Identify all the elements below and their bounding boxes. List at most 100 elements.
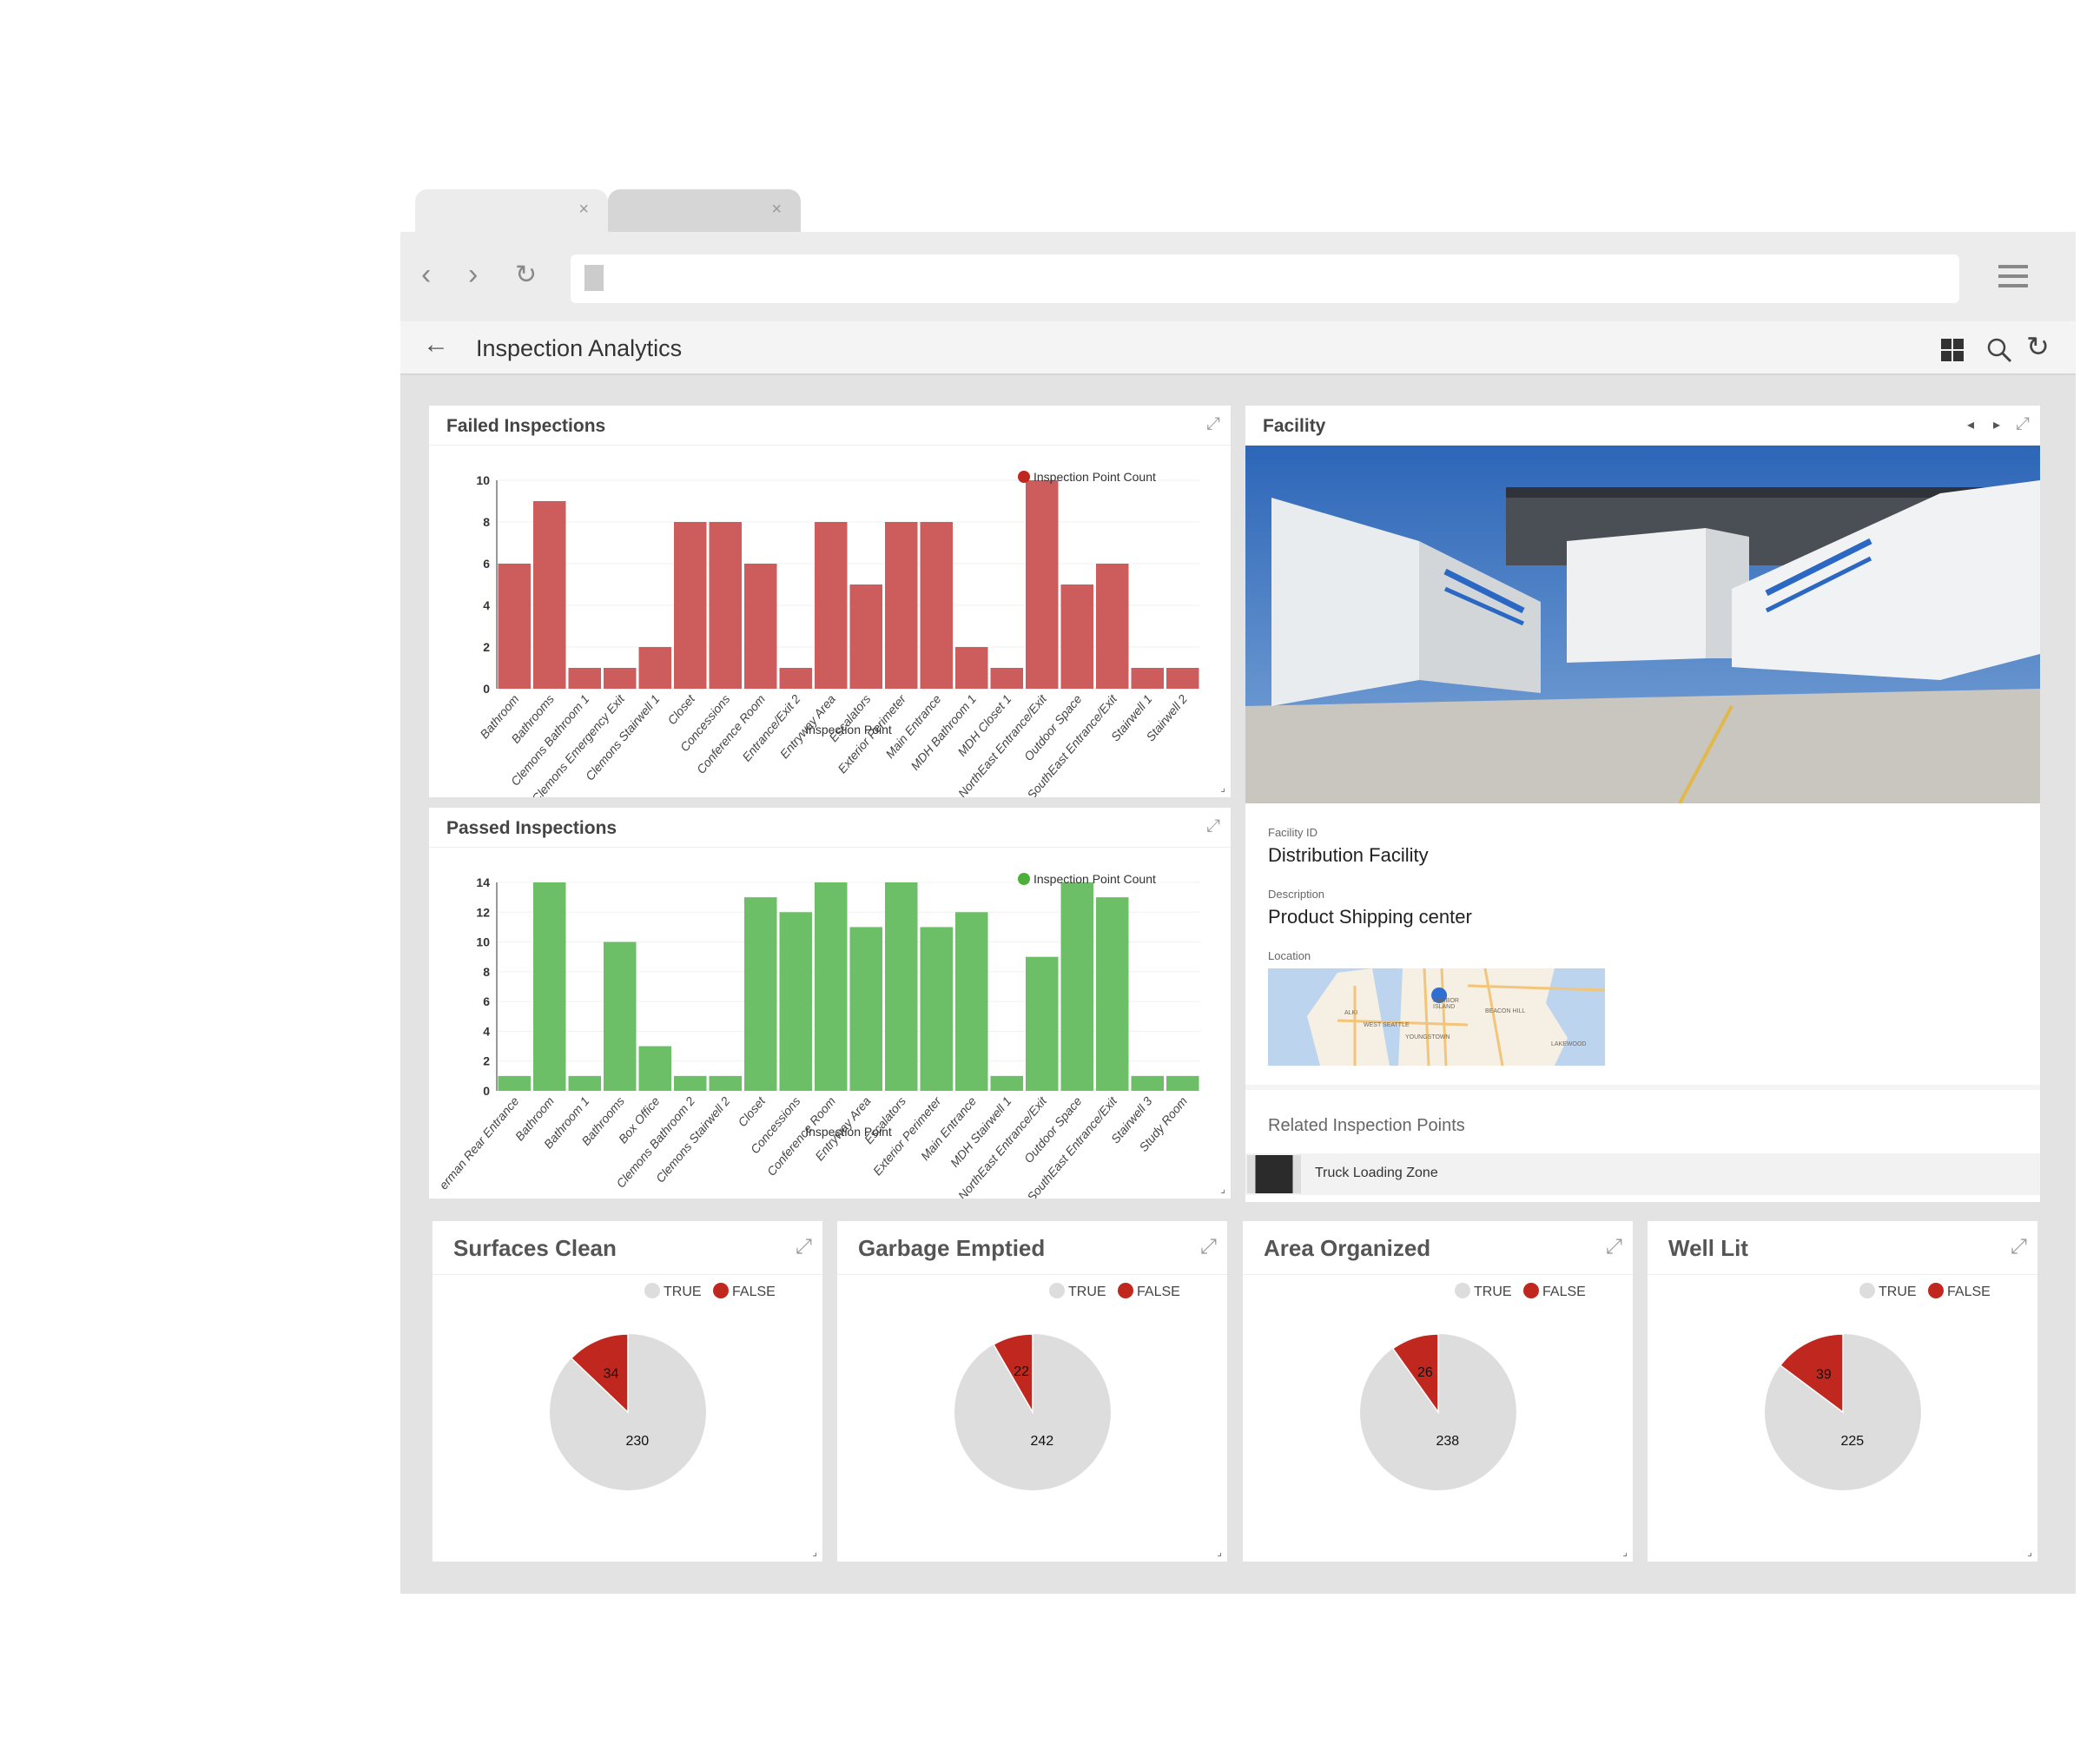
bar[interactable] [638, 647, 672, 689]
bar[interactable] [849, 585, 883, 689]
address-bar[interactable] [571, 254, 1959, 303]
facility-panel: Facility ◂ ▸ ⤢ Facility ID Distribution … [1245, 406, 2040, 1202]
passed-bar-chart: 02468101214erman Rear EntranceBathroomBa… [436, 872, 1200, 1199]
browser-tab-1[interactable]: × [415, 189, 608, 233]
map-label: BEACON HILL [1485, 1008, 1526, 1014]
bar[interactable] [533, 501, 566, 689]
browser-back-icon[interactable]: ‹ [421, 258, 431, 292]
x-tick-label: MDH Stairwell 1 [948, 1094, 1014, 1170]
legend-label-false[interactable]: FALSE [1137, 1285, 1180, 1299]
y-tick-label: 2 [483, 1054, 490, 1068]
legend-label[interactable]: Inspection Point Count [1033, 470, 1156, 484]
bar[interactable] [885, 522, 918, 689]
bar[interactable] [1166, 1075, 1199, 1091]
legend-label[interactable]: Inspection Point Count [1033, 872, 1156, 886]
y-tick-label: 2 [483, 640, 490, 654]
bar[interactable] [1060, 882, 1094, 1091]
grid-icon[interactable] [1941, 339, 1964, 361]
bar[interactable] [1096, 564, 1129, 689]
bar[interactable] [1026, 956, 1059, 1091]
bar[interactable] [1131, 1075, 1165, 1091]
legend-swatch-true [644, 1283, 660, 1298]
bar[interactable] [849, 927, 883, 1091]
bar[interactable] [779, 668, 813, 689]
bar[interactable] [498, 564, 532, 689]
bar[interactable] [1026, 480, 1059, 689]
bar[interactable] [604, 668, 637, 689]
bar[interactable] [885, 882, 918, 1091]
bar[interactable] [638, 1046, 672, 1091]
search-icon[interactable] [1986, 337, 2012, 363]
browser-forward-icon[interactable]: › [468, 258, 478, 292]
bar[interactable] [604, 941, 637, 1091]
expand-icon[interactable]: ⤢ [2016, 414, 2030, 434]
bar[interactable] [955, 647, 988, 689]
bar[interactable] [533, 882, 566, 1091]
y-tick-label: 0 [483, 1084, 490, 1098]
legend-label-true[interactable]: TRUE [1474, 1285, 1512, 1299]
bar[interactable] [990, 668, 1024, 689]
failed-bar-chart: 0246810BathroomBathroomsClemons Bathroom… [476, 470, 1200, 797]
resize-handle-icon[interactable]: ⌟ [1220, 1183, 1225, 1195]
related-item[interactable]: Truck Loading Zone [1245, 1153, 2040, 1195]
legend-label-true[interactable]: TRUE [1879, 1285, 1917, 1299]
bar[interactable] [779, 912, 813, 1091]
pie-label-false: 22 [1014, 1364, 1029, 1379]
bar[interactable] [568, 668, 602, 689]
location-map[interactable]: ALKI WEST SEATTLE HARBOR ISLAND YOUNGSTO… [1268, 968, 1605, 1066]
map-label: ALKI [1344, 1010, 1358, 1016]
pie-label-true: 230 [625, 1434, 649, 1449]
refresh-icon[interactable]: ↻ [2026, 330, 2050, 363]
legend-label-true[interactable]: TRUE [664, 1285, 702, 1299]
tab-close-icon[interactable]: × [771, 200, 782, 220]
legend-label-true[interactable]: TRUE [1068, 1285, 1106, 1299]
x-axis-title: Inspection Point [805, 1125, 892, 1139]
resize-handle-icon[interactable]: ⌟ [1220, 782, 1225, 794]
page-icon [584, 265, 604, 291]
bar[interactable] [920, 927, 954, 1091]
map-label: YOUNGSTOWN [1405, 1034, 1450, 1040]
legend-label-false[interactable]: FALSE [1947, 1285, 1991, 1299]
bar[interactable] [815, 882, 848, 1091]
bar[interactable] [568, 1075, 602, 1091]
hamburger-icon[interactable] [1998, 265, 2028, 287]
bar[interactable] [1060, 585, 1094, 689]
legend-swatch-false [713, 1283, 729, 1298]
location-label: Location [1268, 949, 1311, 962]
related-item-label: Truck Loading Zone [1315, 1166, 1438, 1180]
passed-inspections-panel: Passed Inspections ⤢ 0 2 4 6 8 10 12 14 erman Re… [429, 808, 1231, 1199]
back-arrow-icon[interactable]: ← [423, 330, 449, 360]
tab-close-icon[interactable]: × [578, 200, 589, 220]
bar[interactable] [990, 1075, 1024, 1091]
bar[interactable] [1096, 897, 1129, 1091]
browser-tab-2[interactable]: × [608, 189, 801, 233]
legend-swatch-true [1049, 1283, 1065, 1298]
pie-chart: TRUE FALSE 26 238 [1360, 1283, 1586, 1490]
map-label: WEST SEATTLE [1364, 1022, 1410, 1028]
bar[interactable] [709, 1075, 743, 1091]
bar[interactable] [1166, 668, 1199, 689]
facility-id-label: Facility ID [1268, 826, 1318, 839]
x-tick-label: MDH Bathroom 1 [908, 692, 979, 773]
pie-panel: Well Lit ⤢ ⌟ TRUE FALSE 39 225 [1648, 1221, 2037, 1562]
bar[interactable] [955, 912, 988, 1091]
bar[interactable] [1131, 668, 1165, 689]
previous-icon[interactable]: ◂ [1967, 416, 1974, 433]
reload-icon[interactable]: ↻ [515, 260, 537, 290]
related-item-thumbnail [1247, 1155, 1301, 1193]
bar[interactable] [815, 522, 848, 689]
legend-label-false[interactable]: FALSE [1542, 1285, 1586, 1299]
y-tick-label: 4 [483, 598, 490, 612]
bar[interactable] [744, 897, 777, 1091]
bar[interactable] [744, 564, 777, 689]
bar[interactable] [498, 1075, 532, 1091]
bar[interactable] [674, 522, 707, 689]
legend-label-false[interactable]: FALSE [732, 1285, 776, 1299]
legend-swatch [1018, 873, 1030, 885]
bar[interactable] [920, 522, 954, 689]
bar[interactable] [709, 522, 743, 689]
bar[interactable] [674, 1075, 707, 1091]
failed-inspections-panel: Failed Inspections ⤢ 0 2 4 6 8 10 Bathroom Bath… [429, 406, 1231, 797]
y-tick-label: 4 [483, 1024, 490, 1038]
next-icon[interactable]: ▸ [1993, 416, 2000, 433]
